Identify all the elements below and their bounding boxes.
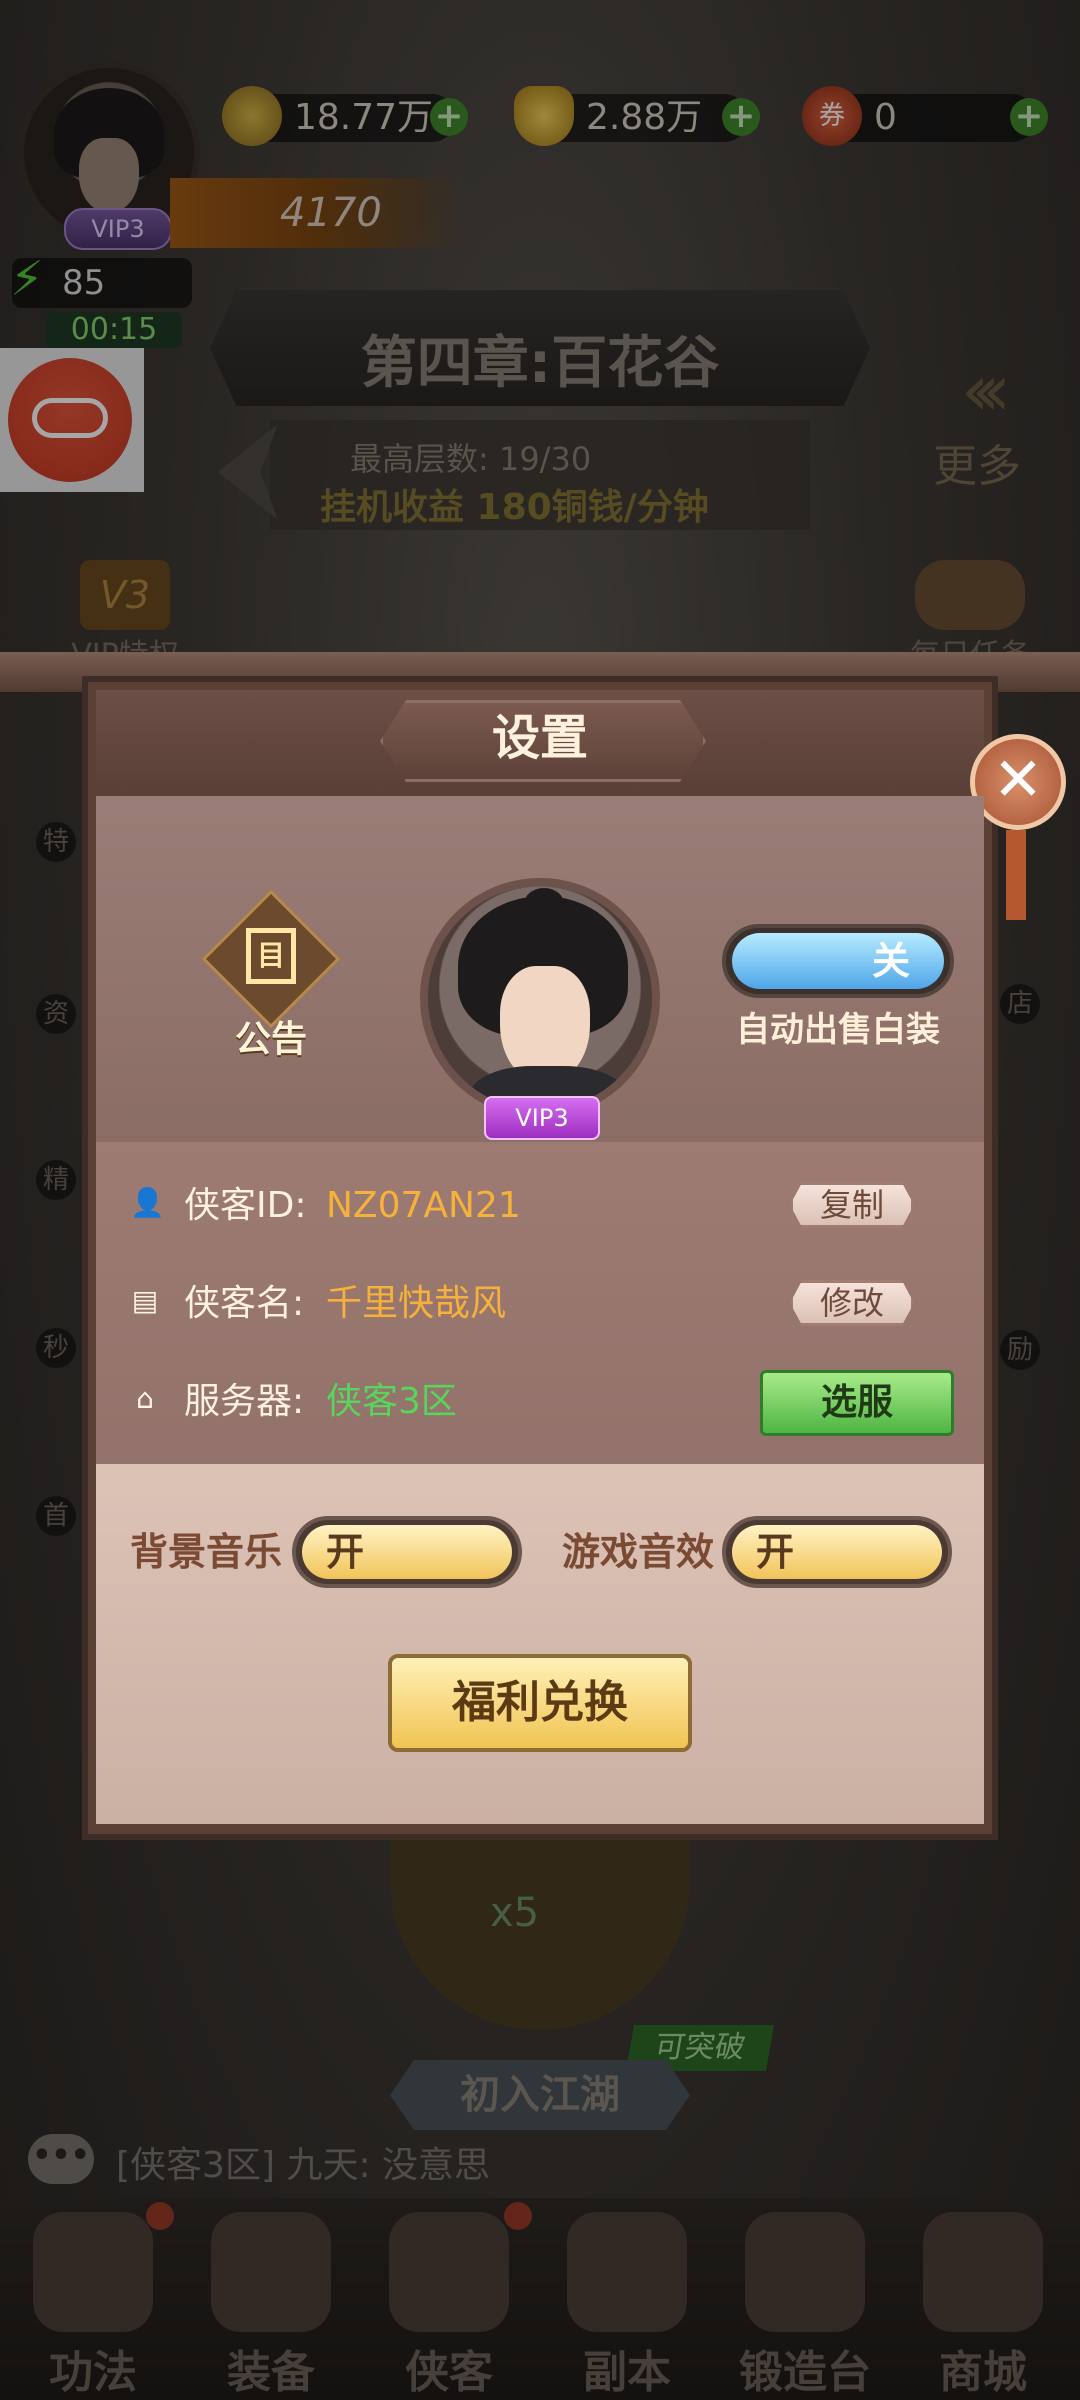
auto-sell-toggle[interactable]: 关 — [722, 924, 954, 998]
bgm-label: 背景音乐 — [130, 1530, 283, 1574]
profile-vip-badge: VIP3 — [484, 1096, 600, 1140]
bgm-toggle[interactable]: 开 — [292, 1516, 522, 1588]
toggle-knob — [732, 933, 944, 989]
sfx-state: 开 — [756, 1530, 795, 1574]
copy-button[interactable]: 复制 — [790, 1182, 914, 1228]
rename-button[interactable]: 修改 — [790, 1280, 914, 1326]
book-icon: ▤ — [131, 1284, 159, 1317]
dialog-title: 设置 — [491, 710, 588, 766]
player-name-label: 侠客名: — [184, 1283, 305, 1324]
notice-label: 公告 — [234, 1019, 307, 1060]
player-name-value: 千里快哉风 — [326, 1283, 507, 1324]
notice-board-icon: 目 — [246, 928, 296, 984]
server-value: 侠客3区 — [326, 1381, 457, 1422]
profile-avatar[interactable] — [420, 878, 660, 1118]
home-icon: ⌂ — [136, 1382, 154, 1415]
close-tassel — [1006, 830, 1026, 920]
welfare-redeem-button[interactable]: 福利兑换 — [388, 1654, 692, 1752]
sfx-label: 游戏音效 — [562, 1530, 715, 1574]
player-id-label: 侠客ID: — [184, 1185, 307, 1226]
server-row: ⌂ 服务器: 侠客3区 — [130, 1372, 730, 1432]
player-id-value: NZ07AN21 — [326, 1185, 521, 1226]
avatar-bun — [524, 888, 564, 920]
bgm-state: 开 — [326, 1530, 365, 1574]
person-icon: 👤 — [130, 1186, 165, 1219]
close-icon[interactable]: ✕ — [970, 734, 1066, 830]
notice-button[interactable]: 目 公告 — [196, 889, 346, 1060]
select-server-button[interactable]: 选服 — [760, 1370, 954, 1436]
auto-sell-state: 关 — [871, 939, 910, 983]
auto-sell-label: 自动出售白装 — [736, 1010, 940, 1050]
server-label: 服务器: — [184, 1381, 305, 1422]
sfx-toggle[interactable]: 开 — [722, 1516, 952, 1588]
